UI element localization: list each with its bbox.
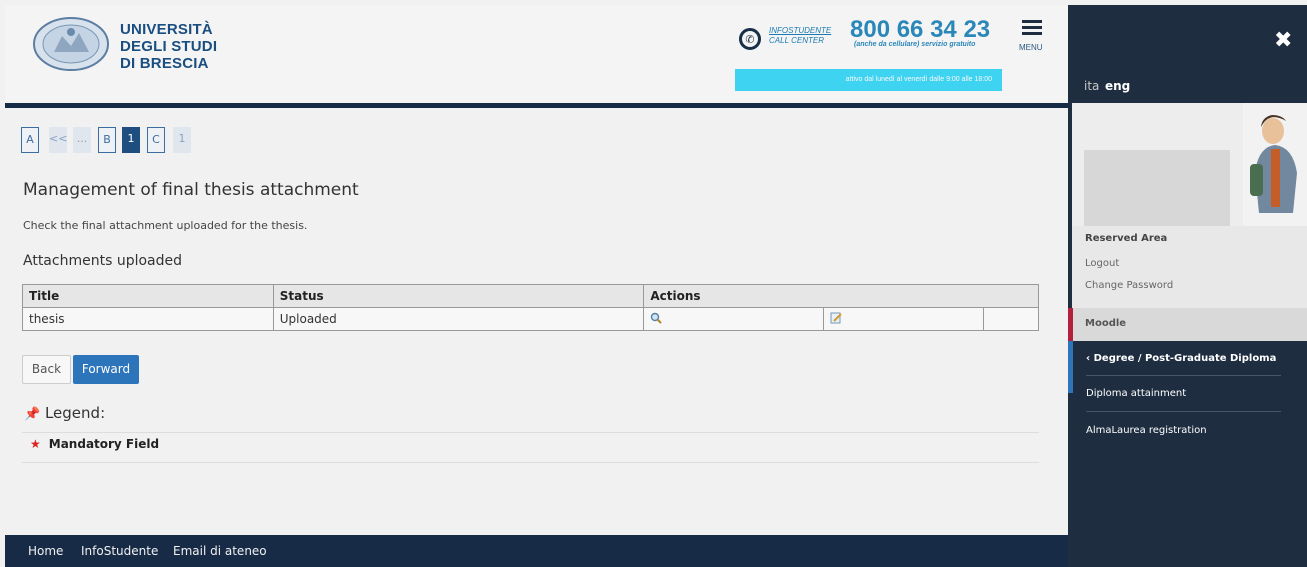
site-header: UNIVERSITÀ DEGLI STUDI DI BRESCIA ✆ INFO… (5, 5, 1068, 103)
legend-divider (22, 432, 1039, 433)
step-c-1[interactable]: 1 (173, 127, 191, 153)
pushpin-icon: 📌 (24, 407, 41, 422)
step-prev[interactable]: << (49, 127, 67, 153)
footer-link-email[interactable]: Email di ateneo (173, 535, 267, 567)
chevron-left-icon: ‹ (1086, 353, 1091, 364)
close-icon[interactable]: ✖ (1274, 28, 1292, 53)
back-button[interactable]: Back (22, 355, 71, 384)
footer-link-home[interactable]: Home (28, 535, 63, 567)
legend-title: Legend: (44, 404, 106, 422)
table-row: thesis Uploaded (22, 307, 1039, 331)
magnifier-icon[interactable] (650, 312, 663, 324)
degree-menu-item[interactable] (1068, 341, 1307, 393)
degree-label: ‹ Degree / Post-Graduate Diploma (1086, 353, 1276, 364)
edit-icon[interactable] (830, 312, 842, 324)
logout-link[interactable]: Logout (1085, 258, 1119, 269)
footer-link-infostudente[interactable]: InfoStudente (81, 535, 158, 567)
step-b[interactable]: B (98, 127, 116, 153)
call-center-label: CALL CENTER (769, 36, 824, 45)
change-password-link[interactable]: Change Password (1085, 280, 1173, 291)
mandatory-legend-item: ★ Mandatory Field (30, 437, 159, 451)
site-footer: Home InfoStudente Email di ateneo (5, 535, 1068, 567)
legend-heading: 📌 Legend: (24, 404, 105, 422)
language-eng[interactable]: eng (1105, 79, 1130, 93)
reserved-area-title: Reserved Area (1085, 233, 1168, 244)
forward-button[interactable]: Forward (73, 355, 139, 384)
menu-divider-2 (1086, 411, 1281, 412)
required-star-icon: ★ (30, 437, 41, 451)
section-title: Attachments uploaded (23, 253, 182, 269)
moodle-menu-item[interactable]: Moodle (1068, 308, 1307, 341)
university-name-line-3: DI BRESCIA (120, 55, 209, 72)
phone-number[interactable]: 800 66 34 23 (850, 16, 990, 44)
column-actions: Actions (643, 284, 1039, 308)
moodle-label: Moodle (1085, 318, 1127, 329)
hamburger-menu-icon[interactable] (1022, 20, 1042, 38)
empty-action-cell (983, 307, 1039, 331)
page-description: Check the final attachment uploaded for … (23, 219, 308, 232)
university-name-line-2: DEGLI STUDI (120, 38, 218, 55)
infostudente-link[interactable]: INFOSTUDENTE (769, 26, 831, 35)
row-status: Uploaded (272, 307, 645, 331)
mandatory-label: Mandatory Field (48, 437, 160, 451)
step-a[interactable]: A (21, 127, 39, 153)
step-ellipsis: ... (73, 127, 91, 153)
university-name-line-1: UNIVERSITÀ (120, 21, 213, 38)
phone-subtitle: (anche da cellulare) servizio gratuito (854, 41, 976, 48)
table-header-row: Title Status Actions (22, 284, 1039, 308)
column-status: Status (272, 284, 645, 308)
diploma-attainment-link[interactable]: Diploma attainment (1086, 388, 1186, 399)
edit-action-cell (823, 307, 985, 331)
page-title: Management of final thesis attachment (23, 180, 359, 200)
view-action-cell (643, 307, 825, 331)
attachments-table: Title Status Actions thesis Uploaded (22, 284, 1039, 331)
step-c[interactable]: C (147, 127, 165, 153)
phone-icon: ✆ (739, 28, 761, 50)
university-seal-logo[interactable] (32, 16, 111, 72)
university-name[interactable]: UNIVERSITÀ DEGLI STUDI DI BRESCIA (120, 21, 217, 72)
almalaurea-registration-link[interactable]: AlmaLaurea registration (1086, 425, 1207, 436)
step-current[interactable]: 1 (122, 127, 140, 153)
student-avatar (1243, 103, 1307, 226)
language-ita[interactable]: ita (1084, 79, 1099, 93)
menu-divider (1086, 375, 1281, 376)
column-title: Title (22, 284, 274, 308)
header-divider (5, 103, 1068, 108)
row-title: thesis (22, 307, 274, 331)
profile-placeholder (1084, 150, 1230, 230)
degree-label-text: Degree / Post-Graduate Diploma (1093, 353, 1277, 364)
menu-label[interactable]: MENU (1019, 43, 1043, 52)
call-center-hours: attivo dal lunedì al venerdì dalle 9:00 … (735, 69, 1002, 91)
legend-bottom-divider (22, 462, 1039, 463)
